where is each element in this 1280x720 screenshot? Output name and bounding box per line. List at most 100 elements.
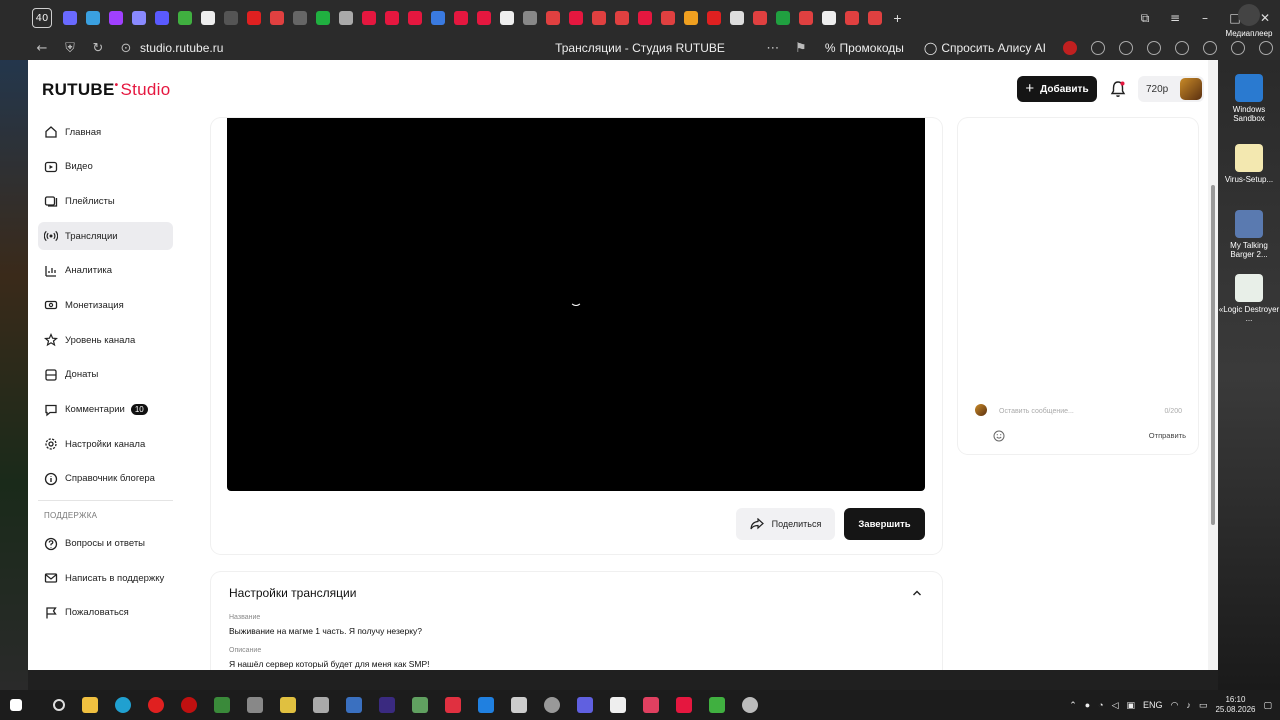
tab-icon[interactable]	[729, 11, 744, 25]
download-icon[interactable]	[1259, 41, 1273, 55]
add-button[interactable]: + Добавить	[1017, 76, 1097, 102]
extension-icon[interactable]	[1147, 41, 1161, 55]
app-icon[interactable]	[708, 697, 725, 713]
sidebar-item-video[interactable]: Видео	[38, 153, 173, 181]
tab-icon[interactable]	[821, 11, 836, 25]
rutube-studio-logo[interactable]: RUTUBE• Studio	[42, 80, 170, 100]
tab-icon[interactable]	[867, 11, 882, 25]
battery-icon[interactable]: ▭	[1199, 700, 1208, 711]
collections-icon[interactable]	[1231, 41, 1245, 55]
tab-icon[interactable]	[568, 11, 583, 25]
app-icon[interactable]	[411, 697, 428, 713]
app-icon[interactable]	[213, 697, 230, 713]
site-info-icon[interactable]: ⊙	[112, 41, 140, 56]
avatar[interactable]	[1180, 78, 1202, 100]
yandex-browser-icon[interactable]	[147, 697, 164, 713]
sidebar-item-monetization[interactable]: Монетизация	[38, 291, 173, 319]
bookmark-icon[interactable]: ⚑	[787, 41, 815, 56]
tab-icon[interactable]	[177, 11, 192, 25]
tab-icon[interactable]	[798, 11, 813, 25]
screenshot-icon[interactable]	[1203, 41, 1217, 55]
sidebar-item-channel-settings[interactable]: Настройки канала	[38, 430, 173, 458]
url-field[interactable]: studio.rutube.ru	[140, 41, 223, 55]
tab-icon[interactable]	[660, 11, 675, 25]
tab-icon[interactable]	[62, 11, 77, 25]
sidebar-item-report[interactable]: Пожаловаться	[38, 599, 173, 627]
name-value[interactable]: Выживание на магме 1 часть. Я получу нез…	[229, 626, 422, 636]
app-icon[interactable]	[741, 697, 758, 713]
tab-icon[interactable]	[407, 11, 422, 25]
tab-icon[interactable]	[637, 11, 652, 25]
tab-icon[interactable]	[108, 11, 123, 25]
sidebar-item-broadcasts[interactable]: Трансляции	[38, 222, 173, 251]
extension-icon[interactable]	[1063, 41, 1077, 55]
store-icon[interactable]	[609, 697, 626, 713]
sidebar-item-faq[interactable]: Вопросы и ответы	[38, 530, 173, 558]
menu-icon[interactable]: ≡	[1160, 11, 1190, 25]
page-scrollbar[interactable]	[1208, 60, 1218, 670]
opera-icon[interactable]	[180, 697, 197, 713]
tab-icon[interactable]	[683, 11, 698, 25]
sidebar-item-comments[interactable]: Комментарии 10	[38, 396, 173, 424]
description-value[interactable]: Я нашёл сервер который будет для меня ка…	[229, 659, 429, 669]
finish-button[interactable]: Завершить	[844, 508, 925, 540]
tab-icon[interactable]	[614, 11, 629, 25]
tray-chevron-icon[interactable]: ⌃	[1069, 700, 1077, 711]
app-icon[interactable]	[312, 697, 329, 713]
tab-icon[interactable]	[752, 11, 767, 25]
sidebar-item-channel-level[interactable]: Уровень канала	[38, 326, 173, 354]
volume-icon[interactable]: ◁	[1112, 700, 1119, 711]
app-icon[interactable]	[279, 697, 296, 713]
tab-icon[interactable]	[844, 11, 859, 25]
start-icon[interactable]	[10, 699, 22, 711]
tab-icon[interactable]	[499, 11, 514, 25]
sidebar-item-donates[interactable]: Донаты	[38, 361, 173, 389]
tab-icon[interactable]	[246, 11, 261, 25]
share-button[interactable]: Поделиться	[736, 508, 835, 540]
app-icon[interactable]	[510, 697, 527, 713]
tab-icon[interactable]	[706, 11, 721, 25]
app-icon[interactable]	[345, 697, 362, 713]
promo-button[interactable]: % Промокоды	[825, 41, 904, 55]
sidebar-item-analytics[interactable]: Аналитика	[38, 257, 173, 285]
tab-icon[interactable]	[384, 11, 399, 25]
tab-icon[interactable]	[338, 11, 353, 25]
back-icon[interactable]: ←	[28, 41, 56, 56]
network-icon[interactable]: ◔	[1098, 700, 1103, 710]
extensions-icon[interactable]	[1175, 41, 1189, 55]
tab-icon[interactable]	[292, 11, 307, 25]
emoji-icon[interactable]	[993, 430, 1005, 442]
more-icon[interactable]: ⋯	[759, 41, 787, 56]
tab-icon[interactable]	[269, 11, 284, 25]
tab-icon[interactable]	[223, 11, 238, 25]
sidebar-item-write-support[interactable]: Написать в поддержку	[38, 564, 173, 592]
bell-icon[interactable]	[1110, 80, 1126, 98]
alice-button[interactable]: ◯ Спросить Алису AI	[924, 41, 1046, 55]
extension-icon[interactable]	[1119, 41, 1133, 55]
settings-icon[interactable]	[543, 697, 560, 713]
search-icon[interactable]	[52, 699, 65, 711]
tab-icon[interactable]	[430, 11, 445, 25]
tab-icon[interactable]	[361, 11, 376, 25]
tray-app-icon[interactable]: ▣	[1127, 700, 1136, 711]
desktop-icon[interactable]: Медиаплеер	[1218, 4, 1280, 38]
camera-icon[interactable]	[246, 697, 263, 713]
sidebar-item-playlists[interactable]: Плейлисты	[38, 187, 173, 215]
app-icon[interactable]	[444, 697, 461, 713]
tabs-menu-icon[interactable]: ⧉	[1130, 11, 1160, 26]
tab-icon[interactable]	[591, 11, 606, 25]
new-tab-icon[interactable]: +	[891, 11, 905, 25]
tab-icon[interactable]	[154, 11, 169, 25]
vscode-icon[interactable]	[477, 697, 494, 713]
clock[interactable]: 16:10 25.08.2026	[1215, 695, 1255, 715]
send-button[interactable]: Отправить	[1149, 431, 1186, 440]
sidebar-item-home[interactable]: Главная	[38, 118, 173, 146]
app-icon[interactable]	[378, 697, 395, 713]
edge-icon[interactable]	[114, 697, 131, 713]
minimize-icon[interactable]: –	[1190, 11, 1220, 25]
quality-selector[interactable]: 720p	[1138, 76, 1204, 102]
tab-icon[interactable]	[315, 11, 330, 25]
notifications-icon[interactable]: ▢	[1263, 700, 1272, 711]
tab-icon[interactable]	[131, 11, 146, 25]
tab-icon-active[interactable]	[453, 11, 468, 25]
